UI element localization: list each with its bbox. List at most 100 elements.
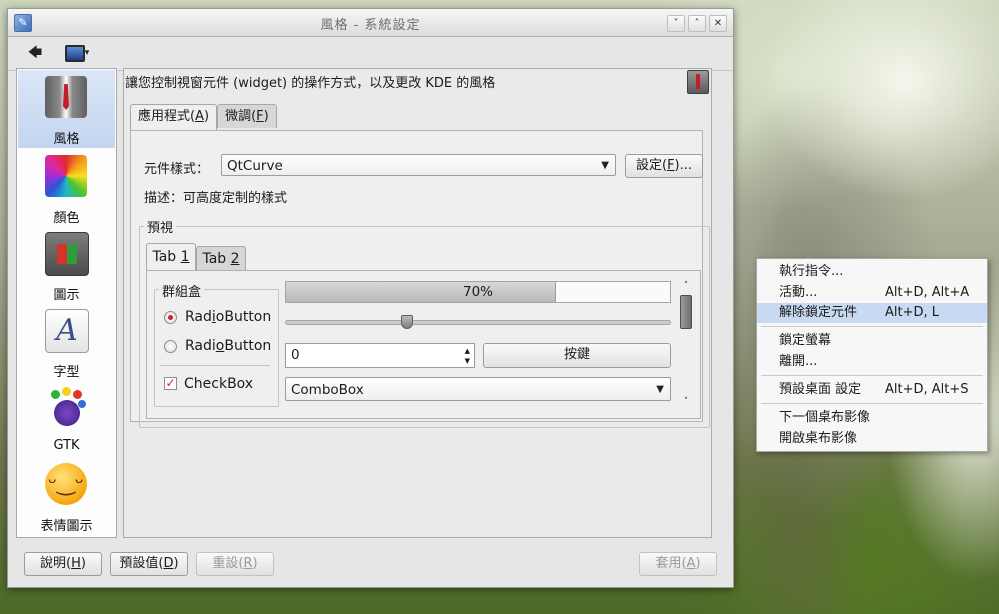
sidebar-item-gtk[interactable]: GTK — [18, 380, 115, 458]
monitor-icon — [64, 44, 85, 62]
cube-icon — [45, 232, 89, 276]
scroll-down-icon[interactable]: ˅ — [678, 397, 694, 407]
radio-button-2-label: RadioButton — [185, 338, 271, 354]
push-button[interactable]: 按鍵 — [483, 343, 671, 368]
menu-item-shortcut: Alt+D, Alt+A — [885, 285, 970, 300]
category-sidebar: 風格 顏色 圖示 A 字型 GTK ᵕ‿ᵕ 表情圖示 — [16, 68, 117, 538]
help-button[interactable]: 說明(H) — [24, 552, 102, 576]
tab-label: 微調( — [225, 109, 257, 124]
menu-item-label: 離開... — [779, 354, 818, 369]
preview-tab-2[interactable]: Tab 2 — [196, 246, 246, 271]
menu-item-shortcut: Alt+D, Alt+S — [885, 382, 969, 397]
sidebar-item-colors[interactable]: 顏色 — [18, 149, 115, 227]
button-label: 預設值( — [119, 556, 164, 571]
button-mnemonic: F — [667, 158, 675, 173]
checkbox-label: CheckBox — [184, 376, 254, 392]
sidebar-item-label: 表情圖示 — [40, 519, 93, 534]
radio-label: Radi — [185, 338, 216, 354]
button-suffix: ) — [695, 556, 701, 571]
button-label: 重設( — [212, 556, 244, 571]
checkbox[interactable]: ✓ — [164, 377, 177, 390]
menu-separator — [761, 326, 983, 327]
menu-item-open-wallpaper[interactable]: 開啟桌布影像 — [757, 429, 987, 449]
style-label: 元件樣式： — [144, 162, 210, 177]
toolbar: 🡄 ▾ — [8, 37, 733, 71]
tab-suffix: ) — [263, 109, 269, 124]
radio-label-suffix: oButton — [215, 309, 272, 325]
overview-button[interactable]: ▾ — [61, 41, 93, 65]
preview-title: 預視 — [144, 217, 177, 236]
spin-up-icon[interactable]: ▲ — [465, 346, 470, 356]
gtk-foot-icon — [45, 386, 87, 428]
close-button[interactable]: ✕ — [709, 15, 727, 32]
suit-tie-icon — [45, 76, 87, 118]
main-tabs: 應用程式(A) 微調(F) — [123, 104, 277, 131]
spinbox-value: 0 — [291, 347, 300, 363]
button-label: 設定( — [635, 158, 668, 173]
minimize-button[interactable]: ˅ — [667, 15, 685, 32]
tab-fine-tuning[interactable]: 微調(F) — [217, 104, 277, 128]
menu-separator — [761, 375, 983, 376]
button-mnemonic: R — [243, 556, 253, 571]
widget-style-value: QtCurve — [227, 158, 283, 174]
sidebar-item-label: 風格 — [53, 132, 80, 147]
chevron-down-icon: ▼ — [601, 160, 609, 171]
tab-mnemonic: 2 — [230, 251, 240, 267]
groupbox-divider — [160, 365, 270, 366]
sidebar-item-style[interactable]: 風格 — [18, 70, 115, 148]
slider-track[interactable] — [285, 320, 671, 325]
radio-button-2[interactable] — [164, 340, 177, 353]
menu-item-desktop-settings[interactable]: 預設桌面 設定 Alt+D, Alt+S — [757, 380, 987, 400]
sidebar-item-fonts[interactable]: A 字型 — [18, 303, 115, 381]
radio-button-1-label: RadioButton — [185, 309, 271, 325]
spinbox[interactable]: 0 ▲ ▼ — [285, 343, 475, 368]
tab-suffix: ) — [203, 109, 210, 124]
slider-handle[interactable] — [400, 315, 413, 329]
scroll-handle[interactable] — [680, 295, 692, 329]
menu-item-label: 活動... — [779, 285, 818, 300]
menu-item-activities[interactable]: 活動... Alt+D, Alt+A — [757, 283, 987, 303]
progress-bar: 70% — [285, 281, 671, 303]
tab-mnemonic: 1 — [180, 249, 190, 265]
reset-button[interactable]: 重設(R) — [196, 552, 274, 576]
button-label: 套用( — [655, 556, 687, 571]
sidebar-item-icons[interactable]: 圖示 — [18, 226, 115, 304]
tab-label: Tab — [202, 251, 231, 267]
button-suffix: ) — [80, 556, 86, 571]
preview-tab-1[interactable]: Tab 1 — [146, 243, 196, 271]
menu-item-label: 下一個桌布影像 — [779, 410, 871, 425]
preview-scrollbar[interactable]: ˄ ˅ — [678, 281, 694, 412]
spin-arrows[interactable]: ▲ ▼ — [465, 344, 470, 366]
button-mnemonic: D — [163, 556, 174, 571]
sidebar-item-emoticons[interactable]: ᵕ‿ᵕ 表情圖示 — [18, 457, 115, 535]
maximize-button[interactable]: ˄ — [688, 15, 706, 32]
back-icon[interactable]: 🡄 — [24, 41, 46, 65]
menu-item-label: 預設桌面 設定 — [779, 382, 862, 397]
font-a-icon: A — [45, 309, 89, 353]
spin-down-icon[interactable]: ▼ — [465, 356, 470, 366]
title-bar[interactable]: ✎ 風格 - 系統設定 ˅ ˄ ✕ — [8, 9, 733, 37]
style-settings-button[interactable]: 設定(F)... — [625, 154, 703, 178]
smiley-icon: ᵕ‿ᵕ — [45, 463, 87, 505]
radio-button-1[interactable] — [164, 311, 177, 324]
menu-separator — [761, 403, 983, 404]
menu-item-lock-screen[interactable]: 鎖定螢幕 — [757, 331, 987, 351]
apply-button[interactable]: 套用(A) — [639, 552, 717, 576]
scroll-up-icon[interactable]: ˄ — [678, 281, 694, 291]
suit-tie-icon — [687, 70, 709, 94]
widget-style-combobox[interactable]: QtCurve ▼ — [221, 154, 616, 176]
menu-item-run-command[interactable]: 執行指令... — [757, 262, 987, 282]
sample-combobox[interactable]: ComboBox ▼ — [285, 377, 671, 401]
menu-item-next-wallpaper[interactable]: 下一個桌布影像 — [757, 408, 987, 428]
window-controls: ˅ ˄ ✕ — [667, 15, 727, 32]
sidebar-item-label: GTK — [53, 438, 80, 453]
defaults-button[interactable]: 預設值(D) — [110, 552, 188, 576]
chevron-down-icon: ▾ — [84, 48, 90, 58]
menu-item-leave[interactable]: 離開... — [757, 352, 987, 372]
color-wheel-icon — [45, 155, 87, 197]
tab-label: Tab — [152, 249, 181, 265]
button-suffix: ) — [173, 556, 179, 571]
sample-combobox-value: ComboBox — [291, 382, 364, 398]
tab-application[interactable]: 應用程式(A) — [130, 104, 218, 131]
menu-item-unlock-widgets[interactable]: 解除鎖定元件 Alt+D, L — [757, 303, 987, 323]
